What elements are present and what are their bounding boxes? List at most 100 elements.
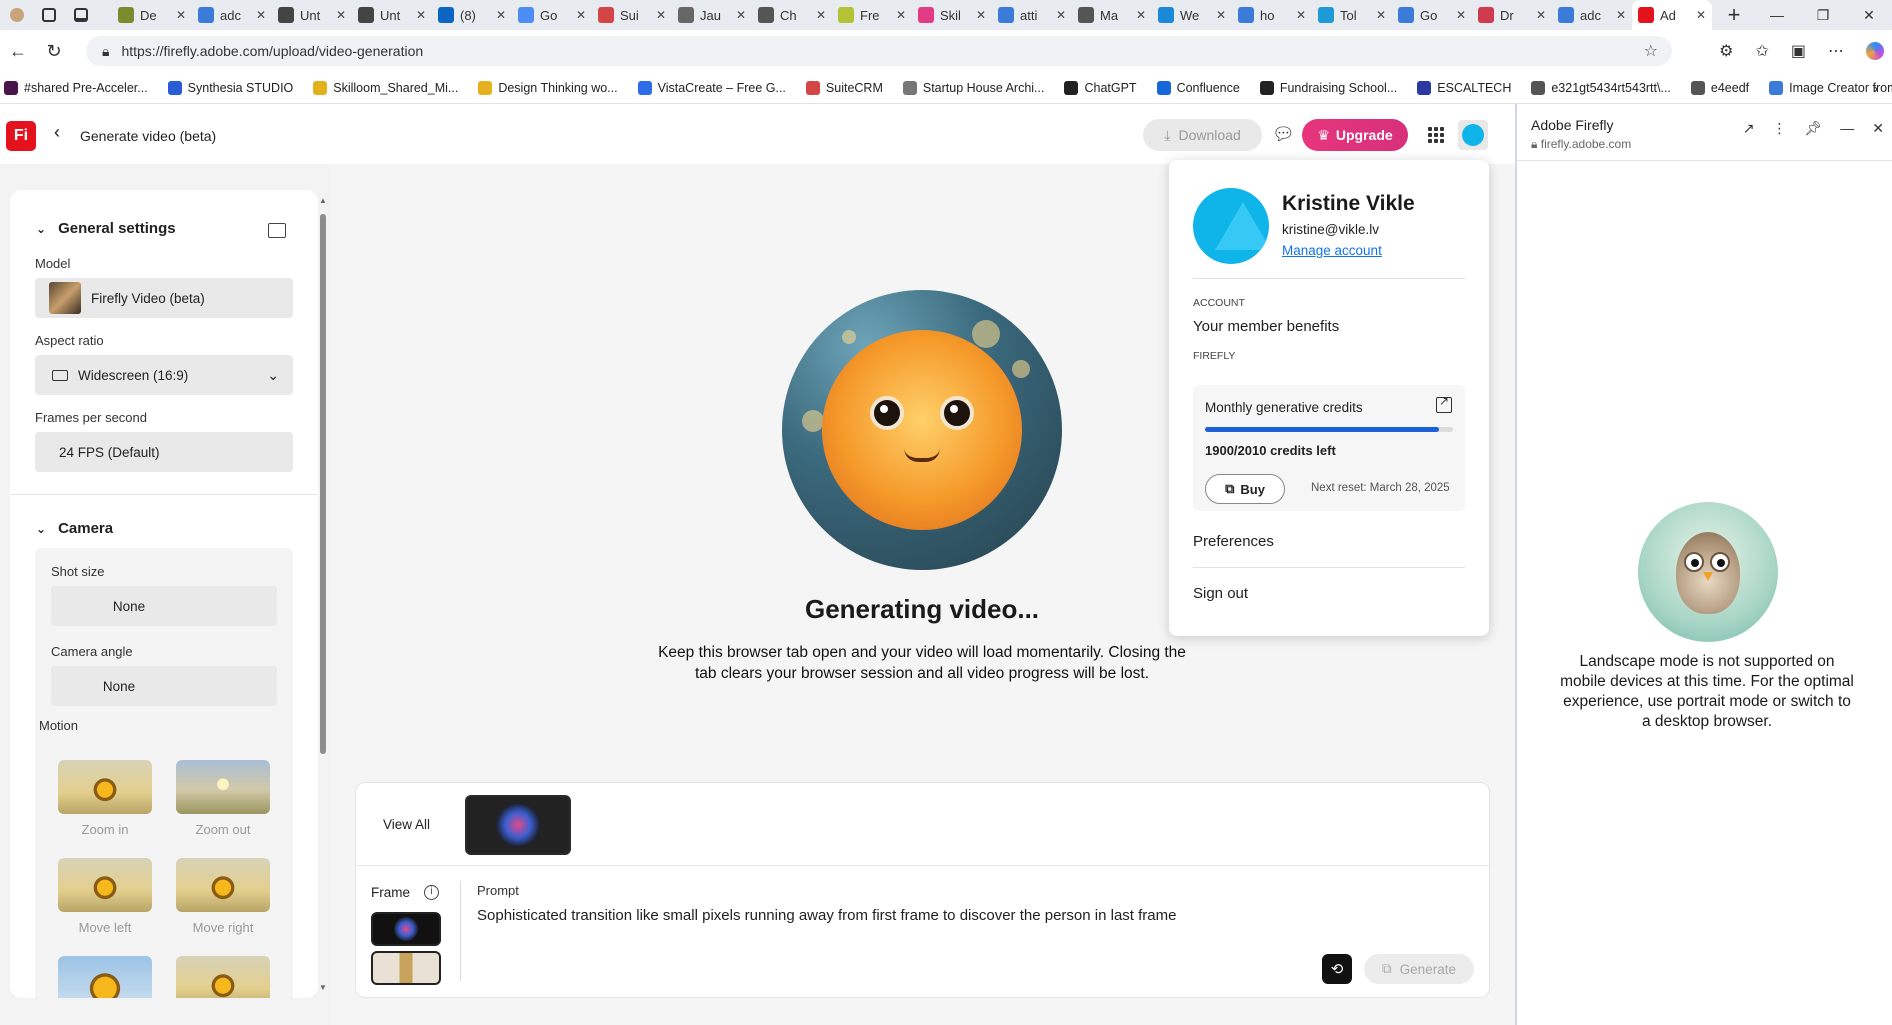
collapse-panel-icon[interactable] xyxy=(268,223,286,238)
browser-tab[interactable]: ho ✕ xyxy=(1232,0,1312,30)
bookmark-item[interactable]: ChatGPT xyxy=(1064,80,1137,95)
generation-history-thumbnail[interactable] xyxy=(465,795,571,855)
info-icon[interactable]: i xyxy=(424,885,439,900)
scroll-down-arrow-icon[interactable]: ▼ xyxy=(318,983,328,992)
tab-close-icon[interactable]: ✕ xyxy=(1056,8,1066,22)
browser-tab[interactable]: Tol ✕ xyxy=(1312,0,1392,30)
pin-icon[interactable]: 📌︎ xyxy=(1804,120,1822,137)
more-menu-icon[interactable]: ⋯ xyxy=(1828,41,1844,61)
bookmark-item[interactable]: e4eedf xyxy=(1690,80,1749,95)
profile-avatar-button[interactable] xyxy=(1458,120,1488,150)
history-icon[interactable]: ⟲ xyxy=(1322,954,1352,984)
tab-close-icon[interactable]: ✕ xyxy=(256,8,266,22)
bookmark-item[interactable]: Synthesia STUDIO xyxy=(167,80,293,95)
bookmark-item[interactable]: #shared Pre-Acceler... xyxy=(4,80,148,95)
browser-tab[interactable]: Unt ✕ xyxy=(352,0,432,30)
browser-tab[interactable]: Jau ✕ xyxy=(672,0,752,30)
restore-button[interactable]: ❐ xyxy=(1800,0,1846,30)
favorite-star-icon[interactable]: ☆ xyxy=(1644,41,1658,61)
favorites-icon[interactable]: ✩ xyxy=(1755,41,1768,61)
browser-tab[interactable]: Dr ✕ xyxy=(1472,0,1552,30)
close-window-button[interactable]: ✕ xyxy=(1846,0,1892,30)
browser-tab[interactable]: adc ✕ xyxy=(1552,0,1632,30)
tab-close-icon[interactable]: ✕ xyxy=(816,8,826,22)
extensions-icon[interactable]: ⚙ xyxy=(1719,41,1733,61)
open-in-new-icon[interactable]: ↗ xyxy=(1743,120,1755,137)
bookmark-item[interactable]: Skilloom_Shared_Mi... xyxy=(313,80,458,95)
tab-close-icon[interactable]: ✕ xyxy=(1616,8,1626,22)
bookmark-item[interactable]: Confluence xyxy=(1156,80,1240,95)
bookmarks-overflow-chevron-icon[interactable]: › xyxy=(1873,80,1878,96)
more-options-icon[interactable]: ⋮ xyxy=(1772,120,1786,137)
generate-button[interactable]: ⧉ Generate xyxy=(1364,954,1474,984)
minimize-panel-icon[interactable]: — xyxy=(1840,120,1854,137)
browser-tab[interactable]: Go ✕ xyxy=(1392,0,1472,30)
prompt-input[interactable]: Sophisticated transition like small pixe… xyxy=(477,907,1176,924)
copilot-icon[interactable] xyxy=(1866,42,1884,60)
app-switcher-icon[interactable] xyxy=(1428,127,1444,143)
browser-tab[interactable]: Fre ✕ xyxy=(832,0,912,30)
view-all-link[interactable]: View All xyxy=(383,817,430,832)
motion-move-left-thumbnail[interactable] xyxy=(58,858,152,912)
browser-tab[interactable]: Ma ✕ xyxy=(1072,0,1152,30)
workspaces-icon[interactable] xyxy=(42,8,56,22)
preferences-link[interactable]: Preferences xyxy=(1193,533,1274,550)
close-icon[interactable]: ✕ xyxy=(1872,120,1884,137)
buy-button[interactable]: ⧉ Buy xyxy=(1205,474,1285,504)
tab-close-icon[interactable]: ✕ xyxy=(416,8,426,22)
back-chevron-icon[interactable]: ‹ xyxy=(54,122,60,143)
bookmark-item[interactable]: Design Thinking wo... xyxy=(478,80,618,95)
browser-tab[interactable]: We ✕ xyxy=(1152,0,1232,30)
camera-header[interactable]: ⌄ Camera xyxy=(36,520,113,537)
general-settings-header[interactable]: ⌄ General settings xyxy=(36,220,176,237)
tab-close-icon[interactable]: ✕ xyxy=(976,8,986,22)
url-field[interactable]: 🔒︎ https://firefly.adobe.com/upload/vide… xyxy=(86,36,1672,66)
new-tab-button[interactable]: + xyxy=(1712,2,1756,28)
member-benefits-link[interactable]: Your member benefits xyxy=(1193,318,1339,335)
tab-close-icon[interactable]: ✕ xyxy=(1136,8,1146,22)
tab-close-icon[interactable]: ✕ xyxy=(336,8,346,22)
tab-close-icon[interactable]: ✕ xyxy=(896,8,906,22)
motion-zoom-in-thumbnail[interactable] xyxy=(58,760,152,814)
scrollbar-thumb[interactable] xyxy=(320,214,326,754)
download-button[interactable]: ⤓ Download xyxy=(1143,119,1262,151)
tab-close-icon[interactable]: ✕ xyxy=(1456,8,1466,22)
browser-tab[interactable]: Go ✕ xyxy=(512,0,592,30)
fps-selector[interactable]: 24 FPS (Default) xyxy=(35,432,293,472)
browser-tab[interactable]: Skil ✕ xyxy=(912,0,992,30)
bookmark-item[interactable]: e321gt5434rt543rtt\... xyxy=(1531,80,1671,95)
feedback-icon[interactable]: 💬︎ xyxy=(1272,124,1295,145)
browser-tab[interactable]: De ✕ xyxy=(112,0,192,30)
upgrade-button[interactable]: ♛ Upgrade xyxy=(1302,119,1408,151)
bookmark-item[interactable]: Fundraising School... xyxy=(1259,80,1397,95)
bookmark-item[interactable]: Startup House Archi... xyxy=(902,80,1044,95)
tab-actions-icon[interactable] xyxy=(74,8,88,22)
tab-close-icon[interactable]: ✕ xyxy=(1376,8,1386,22)
camera-angle-selector[interactable]: None xyxy=(51,666,277,706)
tab-close-icon[interactable]: ✕ xyxy=(656,8,666,22)
bookmark-item[interactable]: ESCALTECH xyxy=(1417,80,1511,95)
tab-close-icon[interactable]: ✕ xyxy=(1296,8,1306,22)
last-frame-thumbnail[interactable] xyxy=(371,951,441,985)
motion-thumbnail[interactable] xyxy=(176,956,270,998)
model-selector[interactable]: Firefly Video (beta) xyxy=(35,278,293,318)
tab-close-icon[interactable]: ✕ xyxy=(1696,8,1706,22)
motion-move-right-thumbnail[interactable] xyxy=(176,858,270,912)
browser-tab[interactable]: adc ✕ xyxy=(192,0,272,30)
minimize-button[interactable]: — xyxy=(1754,0,1800,30)
browser-tab[interactable]: Ch ✕ xyxy=(752,0,832,30)
motion-zoom-out-thumbnail[interactable] xyxy=(176,760,270,814)
sign-out-link[interactable]: Sign out xyxy=(1193,585,1248,602)
external-link-icon[interactable] xyxy=(1436,394,1452,413)
tab-close-icon[interactable]: ✕ xyxy=(176,8,186,22)
back-arrow-icon[interactable]: ← xyxy=(0,41,36,62)
firefly-logo[interactable]: Fi xyxy=(6,121,36,151)
settings-scrollbar[interactable]: ▲ ▼ xyxy=(318,196,328,992)
bookmark-item[interactable]: SuiteCRM xyxy=(805,80,883,95)
shot-size-selector[interactable]: None xyxy=(51,586,277,626)
tab-close-icon[interactable]: ✕ xyxy=(496,8,506,22)
browser-tab[interactable]: Sui ✕ xyxy=(592,0,672,30)
browser-tab[interactable]: Unt ✕ xyxy=(272,0,352,30)
browser-tab[interactable]: (8) ✕ xyxy=(432,0,512,30)
profile-icon[interactable] xyxy=(10,8,24,22)
